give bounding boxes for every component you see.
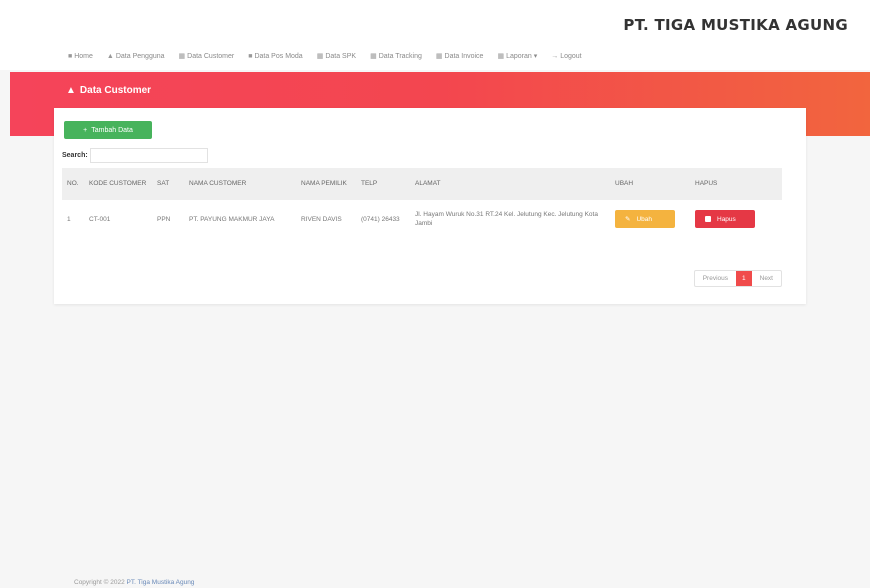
page-title-text: Data Customer	[79, 85, 152, 96]
col-nama-customer[interactable]: NAMA CUSTOMER	[184, 168, 296, 200]
user-icon: ▲	[66, 85, 76, 96]
cell-ubah: ✎ Ubah	[610, 200, 690, 238]
nav-item-home[interactable]: ■ Home	[68, 52, 93, 60]
nav-item-data-pos-moda[interactable]: ■ Data Pos Moda	[248, 52, 302, 60]
table-icon: ▦	[370, 53, 377, 60]
nav-item-label: Data Pos Moda	[254, 52, 303, 60]
cell-nama: PT. PAYUNG MAKMUR JAYA	[189, 215, 275, 223]
delete-label: Hapus	[717, 215, 736, 223]
nav-item-data-tracking[interactable]: ▦ Data Tracking	[370, 52, 422, 61]
top-navbar: PT. TIGA MUSTIKA AGUNG ■ Home ▲ Data Penggu…	[0, 0, 870, 70]
nav-item-data-customer[interactable]: ▦ Data Customer	[178, 52, 235, 61]
nav-item-label: Home	[74, 52, 93, 60]
pagination-page-1[interactable]: 1	[736, 271, 752, 286]
search-input[interactable]	[89, 148, 208, 163]
edit-icon: ✎	[625, 215, 631, 223]
customer-card: + Tambah Data Search: NO. KODE CUSTOMER …	[54, 108, 806, 304]
table-icon: ▦	[435, 53, 443, 60]
col-alamat[interactable]: ALAMAT	[410, 168, 610, 200]
pagination: Previous 1 Next	[693, 270, 782, 287]
cell-pemilik: RIVEN DAVIS	[301, 215, 342, 223]
home-icon: ■	[68, 52, 73, 60]
add-data-button[interactable]: + Tambah Data	[64, 121, 152, 139]
add-data-label: Tambah Data	[91, 126, 133, 134]
cell-no: 1	[67, 215, 71, 223]
table-icon: ▦	[316, 53, 324, 60]
edit-button[interactable]: ✎ Ubah	[615, 210, 675, 228]
logout-icon: →	[551, 52, 559, 60]
nav-item-label: Laporan ▾	[506, 53, 538, 60]
nav-item-data-pengguna[interactable]: ▲ Data Pengguna	[107, 52, 165, 60]
brand-title: PT. TIGA MUSTIKA AGUNG	[623, 16, 848, 34]
nav-item-label: Data SPK	[325, 52, 357, 60]
pagination-previous[interactable]: Previous	[695, 271, 736, 286]
col-kode-customer[interactable]: KODE CUSTOMER	[84, 168, 152, 200]
footer: Copyright © 2022 PT. Tiga Mustika Agung	[74, 579, 194, 586]
footer-company-link[interactable]: PT. Tiga Mustika Agung	[127, 579, 195, 586]
cell-hapus: Hapus	[690, 200, 782, 238]
user-icon: ▲	[106, 52, 114, 60]
col-telp[interactable]: TELP	[356, 168, 410, 200]
edit-label: Ubah	[636, 215, 652, 223]
nav-item-laporan[interactable]: ▦ Laporan ▾	[497, 52, 537, 60]
col-hapus[interactable]: HAPUS	[690, 168, 782, 200]
search-row: Search:	[62, 148, 208, 163]
cell-kode: CT-001	[89, 215, 111, 223]
cell-telp: (0741) 26433	[361, 215, 400, 223]
table-row: 1 CT-001 PPN PT. PAYUNG MAKMUR JAYA RIVE…	[62, 200, 782, 238]
col-no[interactable]: NO.	[62, 168, 84, 200]
search-label: Search:	[62, 152, 88, 159]
nav-item-data-invoice[interactable]: ▦ Data Invoice	[435, 52, 484, 61]
main-nav: ■ Home ▲ Data Pengguna ▦ Data Customer ■ Data P…	[68, 52, 582, 61]
col-ubah[interactable]: UBAH	[610, 168, 690, 200]
plus-icon: +	[83, 126, 88, 134]
nav-item-logout[interactable]: → Logout	[551, 52, 581, 60]
table-icon: ▦	[178, 53, 186, 60]
cell-alamat: Jl. Hayam Wuruk No.31 RT.24 Kel. Jelutun…	[415, 211, 598, 227]
col-sat[interactable]: SAT	[152, 168, 184, 200]
nav-item-label: Data Invoice	[444, 52, 484, 60]
page-title: ▲ Data Customer	[66, 85, 151, 96]
cell-sat: PPN	[157, 215, 171, 223]
trash-icon	[705, 216, 711, 222]
footer-copyright: Copyright © 2022	[74, 579, 125, 586]
col-nama-pemilik[interactable]: NAMA PEMILIK	[296, 168, 356, 200]
table-header-row: NO. KODE CUSTOMER SAT NAMA CUSTOMER NAMA…	[62, 168, 782, 200]
nav-item-label: Data Tracking	[378, 52, 422, 60]
nav-item-label: Data Customer	[187, 52, 235, 60]
nav-item-label: Logout	[560, 52, 582, 60]
nav-item-label: Data Pengguna	[115, 52, 165, 60]
customer-table: NO. KODE CUSTOMER SAT NAMA CUSTOMER NAMA…	[62, 168, 782, 238]
report-icon: ▦	[497, 53, 505, 60]
pagination-next[interactable]: Next	[752, 271, 781, 286]
nav-item-data-spk[interactable]: ▦ Data SPK	[316, 52, 357, 61]
truck-icon: ■	[248, 52, 253, 60]
delete-button[interactable]: Hapus	[695, 210, 755, 228]
